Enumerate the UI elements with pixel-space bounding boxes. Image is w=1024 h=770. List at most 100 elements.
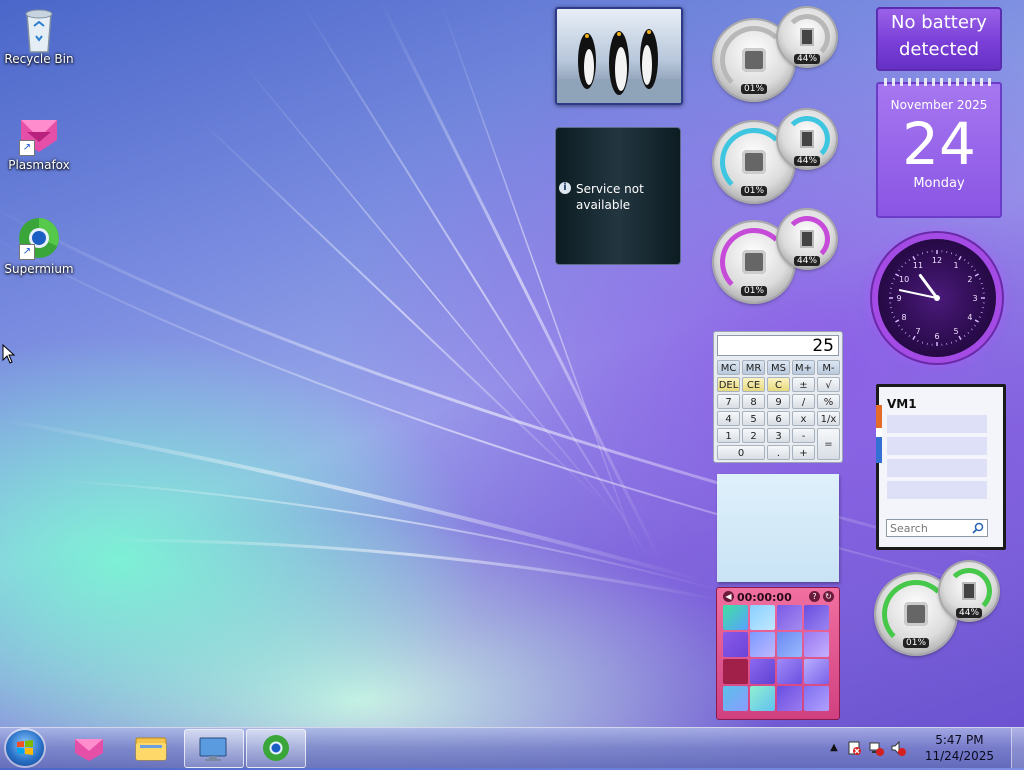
cpu-meter-gadget[interactable]: 01% 44% [714,110,844,206]
slideshow-gadget[interactable] [555,7,683,105]
puzzle-tile[interactable] [723,632,748,657]
calc-key[interactable]: M+ [792,360,815,375]
puzzle-tile[interactable] [723,686,748,711]
picture-puzzle-gadget[interactable]: ◀ 00:00:00 ? ↻ [716,587,840,720]
calc-key[interactable]: 1/x [817,411,840,426]
clock-tick [893,278,895,279]
feed-item[interactable] [887,437,987,455]
calc-key[interactable]: % [817,394,840,409]
desktop-icon-recycle-bin[interactable]: Recycle Bin [0,6,78,66]
calculator-gadget[interactable]: 25 MCMRMSM+M- DELCEC±√ 789/% 456x1/x 123-= 0.… [713,331,843,463]
shuffle-icon[interactable]: ↻ [823,591,834,602]
puzzle-tile[interactable] [804,605,829,630]
calc-key[interactable]: ± [792,377,815,392]
calc-key[interactable]: 3 [767,428,790,443]
clock-numeral: 8 [902,313,907,322]
calendar-day: 24 [878,112,1000,176]
taskbar-remote-desktop[interactable] [184,729,244,768]
network-icon[interactable] [868,740,884,756]
calculator-display: 25 [717,335,839,356]
search-icon[interactable] [972,522,984,534]
calc-key[interactable]: 2 [742,428,765,443]
desktop-icon-supermium[interactable]: ↗ Supermium [0,216,78,276]
clock-tick [917,254,918,256]
calendar-weekday: Monday [878,176,1000,191]
timer-toggle-icon[interactable]: ◀ [723,591,734,602]
calc-key[interactable]: 6 [767,411,790,426]
clock-numeral: 5 [953,327,958,336]
calc-key[interactable]: x [792,411,815,426]
cpu-meter-gadget[interactable]: 01% 44% [876,562,1006,658]
cpu-meter-gadget[interactable]: 01% 44% [714,8,844,104]
calc-key[interactable]: √ [817,377,840,392]
puzzle-tile[interactable] [750,632,775,657]
clock-tick [959,336,961,339]
feed-search-input[interactable]: Search [886,519,988,537]
calc-key[interactable]: DEL [717,377,740,392]
calendar-gadget[interactable]: November 2025 24 Monday [876,82,1002,218]
calc-key[interactable]: / [792,394,815,409]
calc-key[interactable]: C [767,377,790,392]
show-desktop-button[interactable] [1011,728,1024,768]
puzzle-tile[interactable] [804,659,829,684]
shortcut-arrow-icon: ↗ [19,244,35,260]
calc-key[interactable]: 7 [717,394,740,409]
taskbar-file-explorer[interactable] [122,729,180,766]
help-icon[interactable]: ? [809,591,820,602]
ram-value: 44% [956,608,982,618]
calc-key[interactable]: M- [817,360,840,375]
calc-key[interactable]: = [817,428,840,460]
taskbar-clock[interactable]: 5:47 PM 11/24/2025 [925,732,994,764]
desktop-icon-plasmafox[interactable]: ↗ Plasmafox [0,112,78,172]
clock-tick [981,312,983,313]
calc-key[interactable]: MR [742,360,765,375]
clock-gadget[interactable]: 121234567891011 [878,239,996,357]
puzzle-tile[interactable] [723,605,748,630]
battery-gadget[interactable]: No battery detected [876,7,1002,71]
calc-key[interactable]: 1 [717,428,740,443]
feed-item[interactable] [887,459,987,477]
taskbar-plasmafox[interactable] [60,729,118,766]
taskbar-supermium[interactable] [246,729,306,768]
puzzle-tile[interactable] [777,686,802,711]
show-hidden-icons-icon[interactable]: ▲ [826,740,842,756]
calc-key[interactable]: 5 [742,411,765,426]
calc-key[interactable]: . [767,445,790,460]
clock-tick [922,252,923,254]
clock-tick [968,332,969,333]
puzzle-tile[interactable] [804,686,829,711]
ram-gauge: 44% [778,110,836,168]
feed-tabs[interactable] [876,405,882,463]
calc-key[interactable]: MS [767,360,790,375]
clock-numeral: 2 [967,275,972,284]
calc-key[interactable]: CE [742,377,765,392]
puzzle-tile[interactable] [750,605,775,630]
plasmafox-icon: ↗ [17,112,61,156]
cpu-meter-gadget[interactable]: 01% 44% [714,210,844,306]
puzzle-tile[interactable] [777,659,802,684]
puzzle-tile[interactable] [804,632,829,657]
calc-key[interactable]: 0 [717,445,765,460]
weather-gadget[interactable]: i Service not available [555,127,681,265]
puzzle-tile[interactable] [750,686,775,711]
action-center-icon[interactable] [846,740,862,756]
start-button[interactable] [6,730,44,766]
calc-key[interactable]: MC [717,360,740,375]
cpu-value: 01% [741,286,767,296]
clock-numeral: 6 [934,332,939,341]
notes-gadget[interactable] [717,474,839,582]
feed-item[interactable] [887,481,987,499]
feed-item[interactable] [887,415,987,433]
calc-key[interactable]: 9 [767,394,790,409]
feed-gadget[interactable]: VM1 Search [876,384,1006,550]
puzzle-tile[interactable] [750,659,775,684]
cpu-icon [742,48,766,72]
volume-icon[interactable] [890,740,906,756]
calc-key[interactable]: - [792,428,815,443]
windows-logo-icon [6,730,44,766]
calc-key[interactable]: 4 [717,411,740,426]
calc-key[interactable]: + [792,445,815,460]
calc-key[interactable]: 8 [742,394,765,409]
puzzle-tile[interactable] [777,632,802,657]
puzzle-tile[interactable] [777,605,802,630]
